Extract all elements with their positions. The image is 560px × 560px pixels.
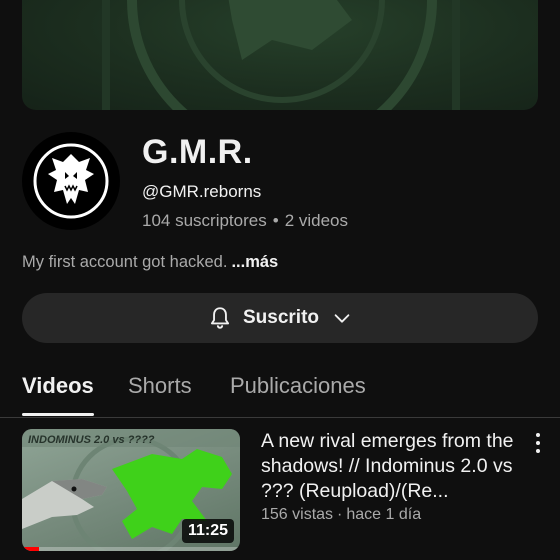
channel-avatar[interactable] [22,132,120,230]
video-meta: 156 vistas · hace 1 día [261,504,421,526]
active-tab-indicator [22,413,94,416]
more-options-icon[interactable] [530,431,546,455]
channel-stats: 104 suscriptores • 2 videos [142,210,348,232]
bell-icon [210,307,230,329]
watch-progress-bar [22,547,240,551]
video-thumbnail[interactable]: INDOMINUS 2.0 vs ???? 11:25 [22,429,240,551]
more-link[interactable]: ...más [231,253,278,271]
thumbnail-caption: INDOMINUS 2.0 vs ???? [28,434,155,446]
stats-separator: • [272,211,279,230]
video-count: 2 videos [284,211,349,230]
tab-videos[interactable]: Videos [22,372,94,400]
tab-shorts[interactable]: Shorts [128,372,192,400]
banner-artwork [102,0,460,110]
channel-page: G.M.R. @GMR.reborns 104 suscriptores • 2 v… [0,0,560,560]
menu-dot [536,433,540,437]
channel-name: G.M.R. [142,133,253,171]
channel-description[interactable]: My first account got hacked. ...más [22,251,278,273]
channel-tabs: Videos Shorts Publicaciones [0,362,560,418]
channel-banner [22,0,538,110]
menu-dot [536,441,540,445]
menu-dot [536,449,540,453]
meta-separator: · [337,506,343,523]
subscriber-count: 104 suscriptores [142,211,267,230]
channel-handle: @GMR.reborns [142,182,262,201]
subscribed-label: Suscrito [242,307,320,328]
tab-publicaciones[interactable]: Publicaciones [230,372,366,400]
video-title[interactable]: A new rival emerges from the shadows! //… [261,429,523,504]
video-views: 156 vistas [261,506,334,523]
subscribed-button[interactable]: Suscrito [22,293,538,343]
video-age: hace 1 día [346,506,422,523]
watch-progress-fill [22,547,40,551]
video-duration: 11:25 [181,519,234,543]
dinosaur-skull-icon [33,143,109,219]
video-list-item[interactable]: INDOMINUS 2.0 vs ???? 11:25 A new rival … [0,429,560,560]
description-text: My first account got hacked. [22,253,228,271]
chevron-down-icon [334,314,350,323]
